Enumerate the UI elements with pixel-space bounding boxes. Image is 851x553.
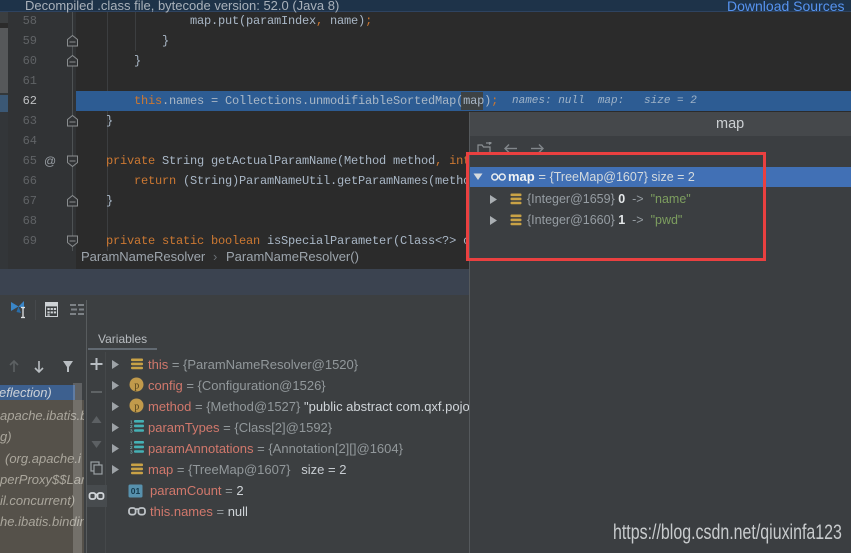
svg-text:01: 01 [131, 486, 141, 496]
svg-text:3: 3 [130, 429, 133, 433]
svg-text:p: p [134, 401, 139, 412]
svg-text:3: 3 [130, 450, 133, 454]
svg-text:p: p [134, 380, 139, 391]
